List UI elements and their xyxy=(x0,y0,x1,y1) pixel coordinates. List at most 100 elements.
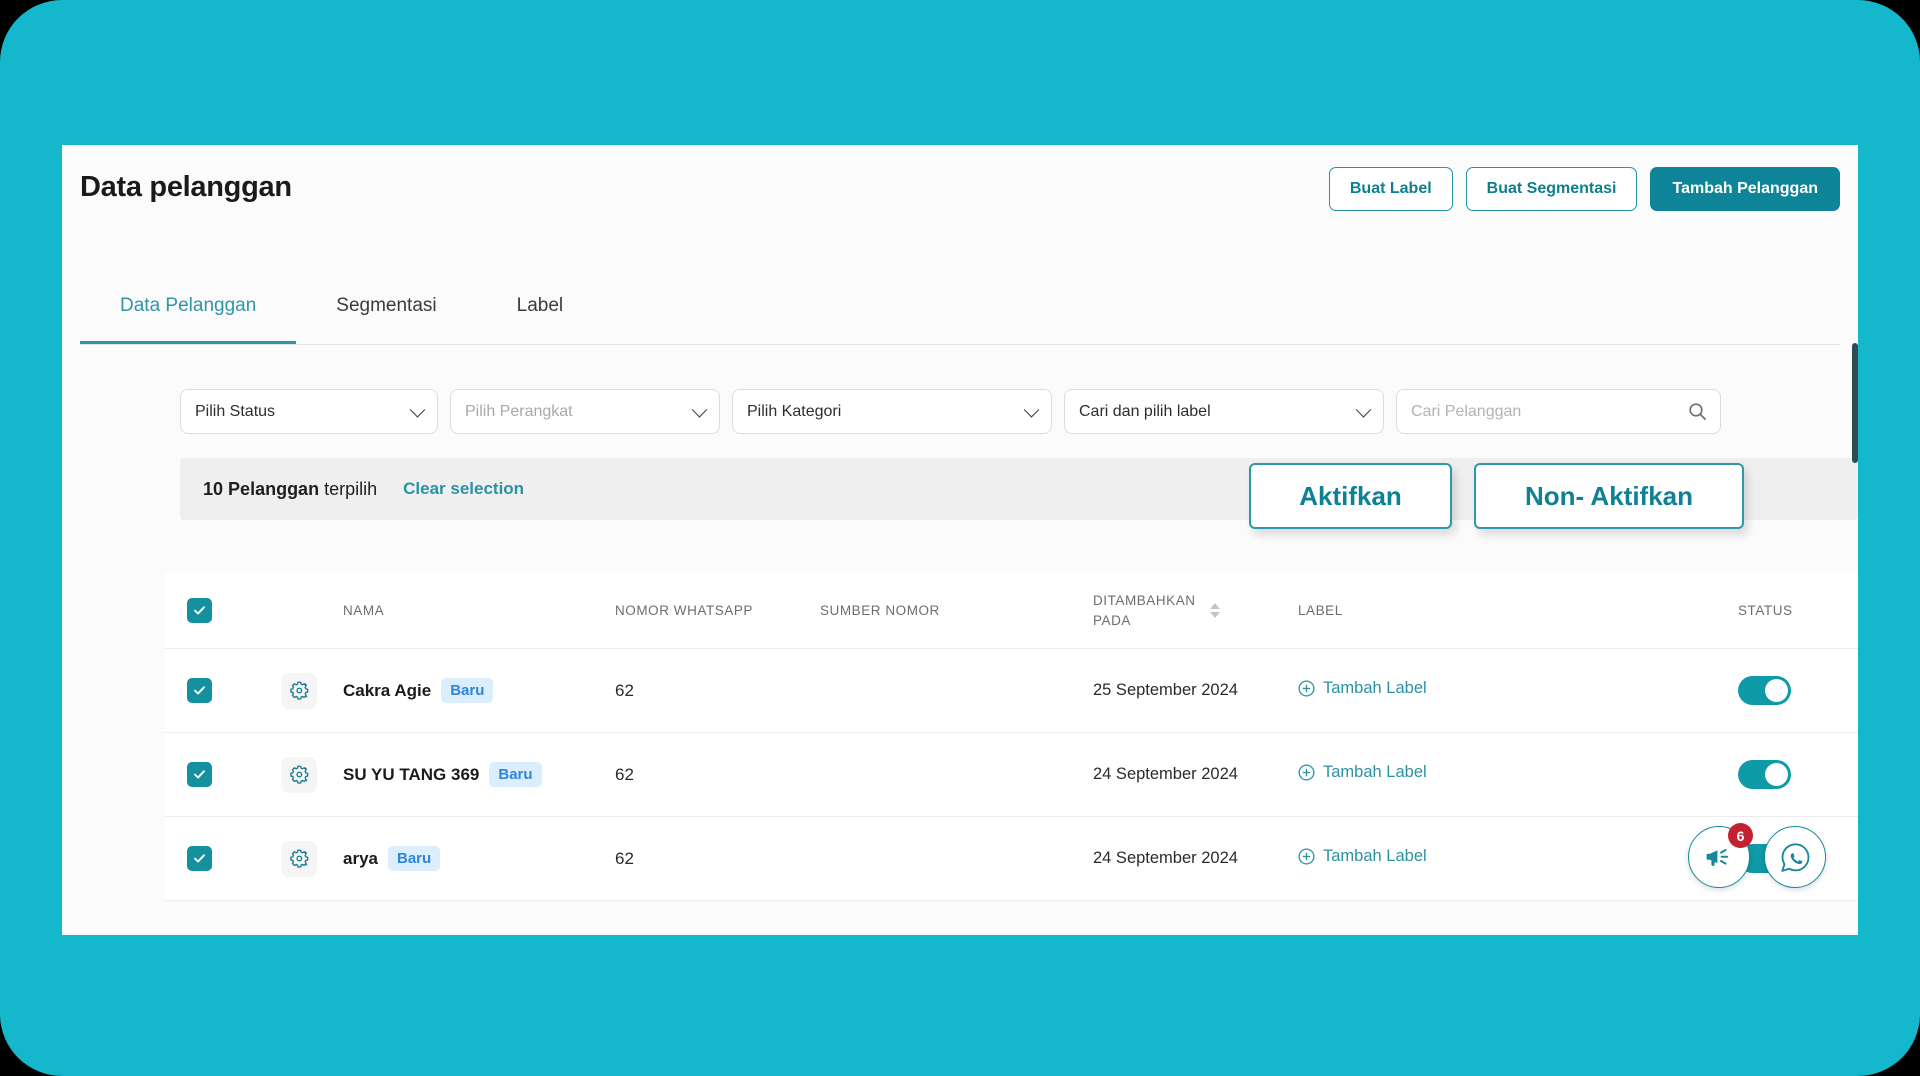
column-header-sumber-nomor: SUMBER NOMOR xyxy=(820,603,1093,618)
filter-kategori-select[interactable]: Pilih Kategori xyxy=(732,389,1052,434)
status-toggle[interactable] xyxy=(1738,676,1791,705)
select-all-cell xyxy=(165,598,281,623)
tab-segmentasi[interactable]: Segmentasi xyxy=(296,293,476,344)
sort-arrows-icon[interactable] xyxy=(1210,603,1220,618)
tab-data-pelanggan[interactable]: Data Pelanggan xyxy=(80,293,296,344)
page-header: Data pelanggan Buat Label Buat Segmentas… xyxy=(62,145,1858,245)
filter-perangkat-value: Pilih Perangkat xyxy=(465,403,573,421)
tambah-label-button[interactable]: Tambah Label xyxy=(1298,847,1427,866)
column-header-nama: NAMA xyxy=(343,603,615,618)
floating-action-buttons: 6 xyxy=(1688,826,1826,888)
row-gear-cell xyxy=(281,673,343,709)
column-header-label: LABEL xyxy=(1298,603,1738,618)
plus-circle-icon xyxy=(1298,680,1315,697)
customer-label-cell: Tambah Label xyxy=(1298,763,1738,786)
clear-selection-button[interactable]: Clear selection xyxy=(403,479,524,499)
row-gear-cell xyxy=(281,757,343,793)
tambah-label-text: Tambah Label xyxy=(1323,763,1427,782)
tambah-pelanggan-button[interactable]: Tambah Pelanggan xyxy=(1650,167,1840,211)
tambah-label-text: Tambah Label xyxy=(1323,679,1427,698)
customer-date: 24 September 2024 xyxy=(1093,849,1238,868)
tambah-label-button[interactable]: Tambah Label xyxy=(1298,679,1427,698)
announcement-fab[interactable]: 6 xyxy=(1688,826,1750,888)
row-name-cell: arya Baru xyxy=(343,846,615,871)
whatsapp-icon xyxy=(1779,841,1812,874)
customer-date-cell: 24 September 2024 xyxy=(1093,765,1298,784)
tab-bar: Data Pelanggan Segmentasi Label xyxy=(80,293,1840,345)
search-input[interactable] xyxy=(1411,403,1681,421)
select-all-checkbox[interactable] xyxy=(187,598,212,623)
table-row[interactable]: SU YU TANG 369 Baru 62 24 September 2024 xyxy=(165,733,1858,817)
toggle-knob xyxy=(1765,763,1788,786)
customer-name: SU YU TANG 369 xyxy=(343,765,479,785)
customer-whatsapp: 62 xyxy=(615,765,820,785)
row-name-cell: SU YU TANG 369 Baru xyxy=(343,762,615,787)
column-header-ditambahkan-pada[interactable]: DITAMBAHKANPADA xyxy=(1093,591,1298,629)
row-checkbox[interactable] xyxy=(187,762,212,787)
app-frame: Data pelanggan Buat Label Buat Segmentas… xyxy=(0,0,1920,1076)
plus-circle-icon xyxy=(1298,848,1315,865)
column-header-status: STATUS xyxy=(1738,603,1858,618)
whatsapp-fab[interactable] xyxy=(1764,826,1826,888)
selection-count-text: 10 Pelanggan terpilih xyxy=(203,479,377,500)
app-panel: Data pelanggan Buat Label Buat Segmentas… xyxy=(62,145,1858,935)
customer-date-cell: 24 September 2024 xyxy=(1093,849,1298,868)
filter-perangkat-select[interactable]: Pilih Perangkat xyxy=(450,389,720,434)
toggle-knob xyxy=(1765,679,1788,702)
filter-label-select[interactable]: Cari dan pilih label xyxy=(1064,389,1384,434)
customers-table: NAMA NOMOR WHATSAPP SUMBER NOMOR DITAMBA… xyxy=(165,573,1858,901)
announcement-badge: 6 xyxy=(1728,823,1753,848)
bulk-action-buttons: Aktifkan Non- Aktifkan xyxy=(1249,463,1744,529)
filter-kategori-value: Pilih Kategori xyxy=(747,403,841,421)
table-row[interactable]: Cakra Agie Baru 62 25 September 2024 xyxy=(165,649,1858,733)
row-select-cell xyxy=(165,846,281,871)
status-toggle[interactable] xyxy=(1738,760,1791,789)
customer-date: 25 September 2024 xyxy=(1093,681,1238,700)
row-select-cell xyxy=(165,678,281,703)
settings-sparkle-button[interactable] xyxy=(281,757,317,793)
status-badge: Baru xyxy=(489,762,541,787)
filter-status-value: Pilih Status xyxy=(195,403,275,421)
customer-whatsapp: 62 xyxy=(615,849,820,869)
customer-name: Cakra Agie xyxy=(343,681,431,701)
tambah-label-text: Tambah Label xyxy=(1323,847,1427,866)
selection-count-number: 10 xyxy=(203,479,223,499)
plus-circle-icon xyxy=(1298,764,1315,781)
row-select-cell xyxy=(165,762,281,787)
customer-label-cell: Tambah Label xyxy=(1298,847,1738,870)
table-header-row: NAMA NOMOR WHATSAPP SUMBER NOMOR DITAMBA… xyxy=(165,573,1858,649)
aktifkan-button[interactable]: Aktifkan xyxy=(1249,463,1452,529)
table-row[interactable]: arya Baru 62 24 September 2024 Ta xyxy=(165,817,1858,901)
customer-name: arya xyxy=(343,849,378,869)
customer-date-cell: 25 September 2024 xyxy=(1093,681,1298,700)
non-aktifkan-button[interactable]: Non- Aktifkan xyxy=(1474,463,1744,529)
search-icon xyxy=(1688,402,1707,421)
status-badge: Baru xyxy=(388,846,440,871)
chevron-down-icon xyxy=(692,402,708,418)
tambah-label-button[interactable]: Tambah Label xyxy=(1298,763,1427,782)
row-checkbox[interactable] xyxy=(187,846,212,871)
customer-status-cell xyxy=(1738,676,1858,705)
vertical-scrollbar-track[interactable] xyxy=(1852,145,1858,935)
customer-label-cell: Tambah Label xyxy=(1298,679,1738,702)
settings-sparkle-button[interactable] xyxy=(281,841,317,877)
megaphone-icon xyxy=(1704,842,1734,872)
buat-segmentasi-button[interactable]: Buat Segmentasi xyxy=(1466,167,1638,211)
header-actions: Buat Label Buat Segmentasi Tambah Pelang… xyxy=(1329,167,1840,211)
settings-sparkle-button[interactable] xyxy=(281,673,317,709)
column-header-nomor-whatsapp: NOMOR WHATSAPP xyxy=(615,603,820,618)
row-gear-cell xyxy=(281,841,343,877)
row-checkbox[interactable] xyxy=(187,678,212,703)
vertical-scrollbar-thumb[interactable] xyxy=(1852,343,1858,463)
filter-row: Pilih Status Pilih Perangkat Pilih Kateg… xyxy=(180,389,1721,434)
selection-count-suffix: terpilih xyxy=(324,479,377,499)
chevron-down-icon xyxy=(1024,402,1040,418)
tab-label[interactable]: Label xyxy=(477,293,604,344)
chevron-down-icon xyxy=(1356,402,1372,418)
filter-status-select[interactable]: Pilih Status xyxy=(180,389,438,434)
gear-sparkle-icon xyxy=(289,680,310,701)
buat-label-button[interactable]: Buat Label xyxy=(1329,167,1453,211)
selection-count-unit: Pelanggan xyxy=(228,479,319,499)
search-pelanggan-box[interactable] xyxy=(1396,389,1721,434)
filter-label-value: Cari dan pilih label xyxy=(1079,403,1211,421)
